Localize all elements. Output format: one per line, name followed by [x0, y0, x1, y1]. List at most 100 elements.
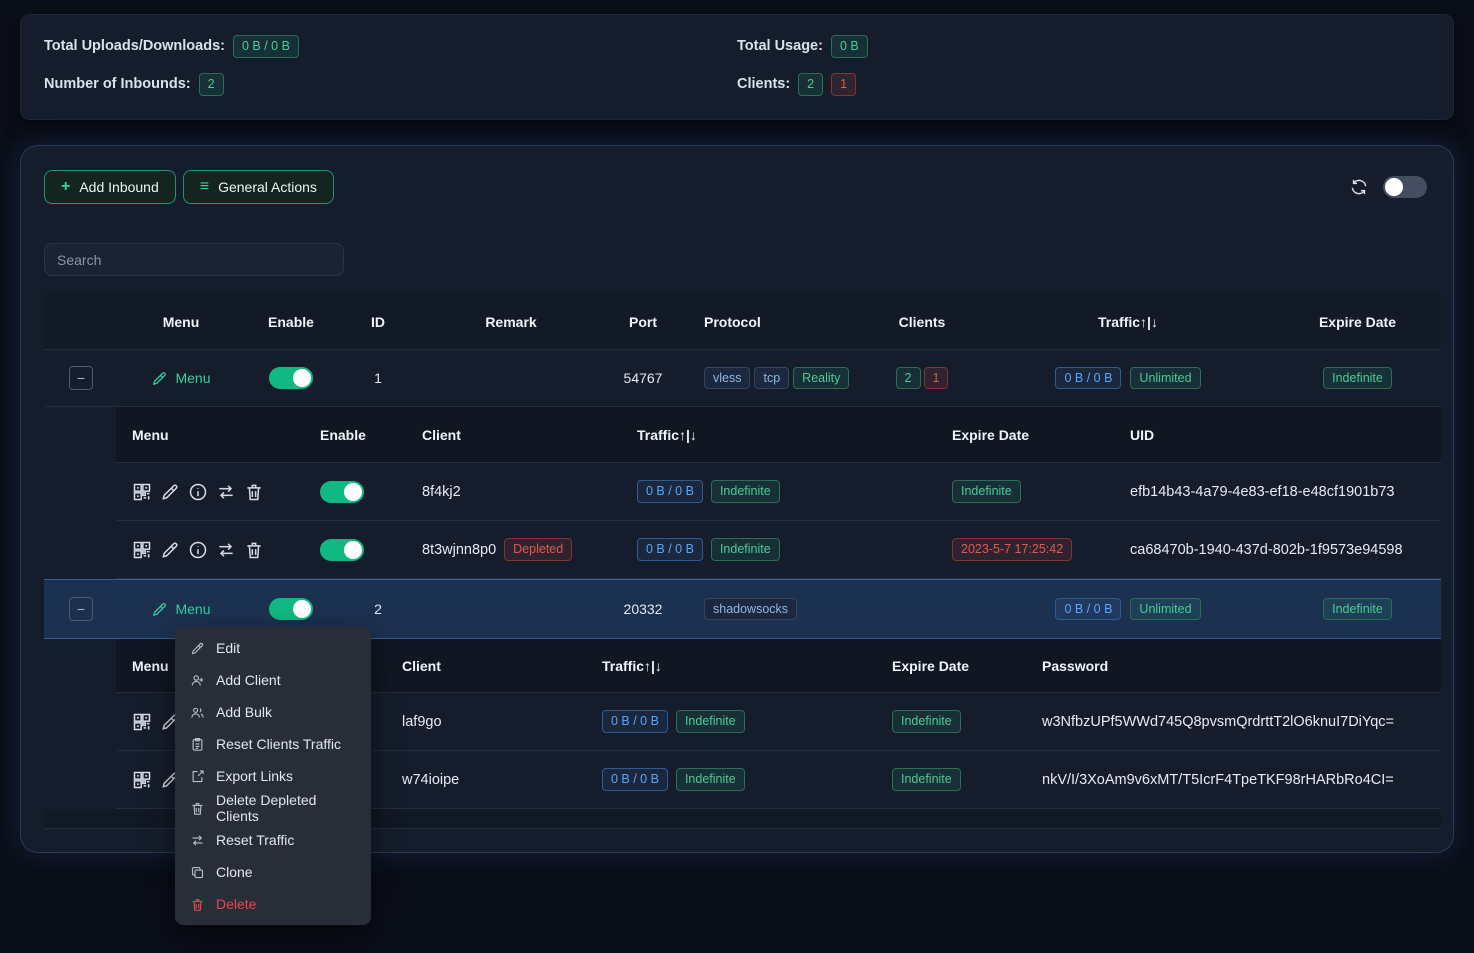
app-page: Total Uploads/Downloads: 0 B / 0 B Total… [0, 0, 1474, 953]
client-actions [116, 540, 304, 560]
expire-badge: Indefinite [1323, 598, 1392, 621]
uploads-downloads-badge: 0 B / 0 B [233, 35, 299, 58]
expire-badge: 2023-5-7 17:25:42 [952, 538, 1072, 561]
copy-icon [190, 865, 205, 880]
inbound-1-menu-button[interactable]: Menu [151, 370, 210, 387]
protocol-badge: shadowsocks [704, 598, 797, 621]
client-name-group: 8t3wjnn8p0 Depleted [406, 538, 621, 561]
inbound-2-protocols: shadowsocks [682, 598, 862, 621]
header-id: ID [338, 314, 418, 330]
delete-client-icon[interactable] [244, 540, 264, 560]
table-header-row: Menu Enable ID Remark Port Protocol Clie… [44, 294, 1441, 350]
general-actions-label: General Actions [218, 179, 317, 195]
menu-item-delete[interactable]: Delete [175, 888, 371, 920]
menu-item-label: Export Links [216, 768, 293, 784]
header-protocol: Protocol [682, 314, 862, 330]
sub1-header-row: Menu Enable Client Traffic↑|↓ Expire Dat… [116, 407, 1441, 463]
menu-item-delete-depleted-clients[interactable]: Delete Depleted Clients [175, 792, 371, 824]
client-password: w3NfbzUPf5WWd745Q8pvsmQrdrttT2lO6knuI7Di… [1026, 714, 1441, 730]
inbound-2-expire: Indefinite [1274, 598, 1441, 621]
menu-item-reset-clients-traffic[interactable]: Reset Clients Traffic [175, 728, 371, 760]
client-password: nkV/I/3XoAm9v6xMT/T5IcrF4TpeTKF98rHARbRo… [1026, 772, 1441, 788]
sub1-header-uid: UID [1114, 427, 1441, 443]
menu-item-reset-traffic[interactable]: Reset Traffic [175, 824, 371, 856]
clients-depleted-badge: 1 [924, 367, 949, 390]
depleted-badge: Depleted [504, 538, 572, 561]
client-expire: Indefinite [936, 480, 1114, 503]
menu-item-export-links[interactable]: Export Links [175, 760, 371, 792]
stat-label: Total Uploads/Downloads: [44, 38, 225, 54]
menu-item-add-client[interactable]: Add Client [175, 664, 371, 696]
general-actions-button[interactable]: ≡ General Actions [183, 170, 334, 204]
stat-label: Number of Inbounds: [44, 76, 191, 92]
pencil-icon [151, 370, 168, 387]
edit-client-icon[interactable] [160, 540, 180, 560]
qr-code-icon[interactable] [132, 712, 152, 732]
expire-badge: Indefinite [892, 710, 961, 733]
client-actions [116, 482, 304, 502]
collapse-inbound-1-button[interactable]: − [69, 366, 93, 390]
header-traffic[interactable]: Traffic↑|↓ [982, 314, 1274, 330]
traffic-limit-badge: Indefinite [676, 710, 745, 733]
delete-client-icon[interactable] [244, 482, 264, 502]
inbound-row-1: − Menu 1 54767 vless tcp Reality 2 [44, 350, 1441, 407]
header-menu: Menu [118, 314, 244, 330]
reset-traffic-icon[interactable] [216, 482, 236, 502]
sub2-header-traffic[interactable]: Traffic↑|↓ [586, 658, 876, 674]
client-traffic: 0 B / 0 B Indefinite [621, 538, 936, 561]
client-enable-toggle[interactable] [320, 539, 364, 561]
inbound-1-port: 54767 [604, 370, 682, 386]
clients-active-badge: 2 [798, 73, 823, 96]
client-enable-toggle[interactable] [320, 481, 364, 503]
export-icon [190, 769, 205, 784]
client-uid: ca68470b-1940-437d-802b-1f9573e94598 [1114, 542, 1441, 558]
header-enable: Enable [244, 314, 338, 330]
inbound-2-enable-toggle[interactable] [269, 598, 313, 620]
client-traffic: 0 B / 0 B Indefinite [586, 710, 876, 733]
collapse-inbound-2-button[interactable]: − [69, 597, 93, 621]
search-input[interactable] [44, 243, 344, 276]
inbound-1-enable-toggle[interactable] [269, 367, 313, 389]
stat-label: Clients: [737, 76, 790, 92]
traffic-limit-badge: Indefinite [676, 768, 745, 791]
client-expire: Indefinite [876, 710, 1026, 733]
menu-item-add-bulk[interactable]: Add Bulk [175, 696, 371, 728]
qr-code-icon[interactable] [132, 482, 152, 502]
stats-grid: Total Uploads/Downloads: 0 B / 0 B Total… [44, 35, 1430, 96]
traffic-limit-badge: Unlimited [1130, 367, 1200, 390]
menu-item-edit[interactable]: Edit [175, 632, 371, 664]
stat-clients: Clients: 2 1 [737, 73, 1430, 96]
header-expire-date: Expire Date [1274, 314, 1441, 330]
hamburger-icon: ≡ [200, 179, 209, 195]
info-icon[interactable] [188, 540, 208, 560]
add-inbound-button[interactable]: + Add Inbound [44, 170, 176, 204]
protocol-badge: tcp [754, 367, 789, 390]
sub2-header-client: Client [386, 658, 586, 674]
menu-item-label: Delete [216, 896, 256, 912]
header-remark: Remark [418, 314, 604, 330]
stat-total-usage: Total Usage: 0 B [737, 35, 1430, 58]
menu-item-label: Clone [216, 864, 253, 880]
menu-item-label: Reset Clients Traffic [216, 736, 341, 752]
client-traffic: 0 B / 0 B Indefinite [621, 480, 936, 503]
refresh-icon[interactable] [1349, 177, 1369, 197]
info-icon[interactable] [188, 482, 208, 502]
qr-code-icon[interactable] [132, 540, 152, 560]
client-name: laf9go [386, 714, 586, 730]
sub1-header-traffic[interactable]: Traffic↑|↓ [621, 427, 936, 443]
sub1-header-enable: Enable [304, 427, 406, 443]
top-controls [1349, 176, 1427, 198]
pencil-icon [151, 601, 168, 618]
inbound-2-menu-button[interactable]: Menu [151, 601, 210, 618]
theme-toggle[interactable] [1383, 176, 1427, 198]
edit-client-icon[interactable] [160, 482, 180, 502]
qr-code-icon[interactable] [132, 770, 152, 790]
traffic-badge: 0 B / 0 B [602, 710, 668, 733]
menu-item-clone[interactable]: Clone [175, 856, 371, 888]
protocol-badge: vless [704, 367, 750, 390]
toolbar: + Add Inbound ≡ General Actions [44, 170, 334, 204]
reset-traffic-icon[interactable] [216, 540, 236, 560]
traffic-limit-badge: Indefinite [711, 538, 780, 561]
client-traffic: 0 B / 0 B Indefinite [586, 768, 876, 791]
traffic-badge: 0 B / 0 B [637, 480, 703, 503]
